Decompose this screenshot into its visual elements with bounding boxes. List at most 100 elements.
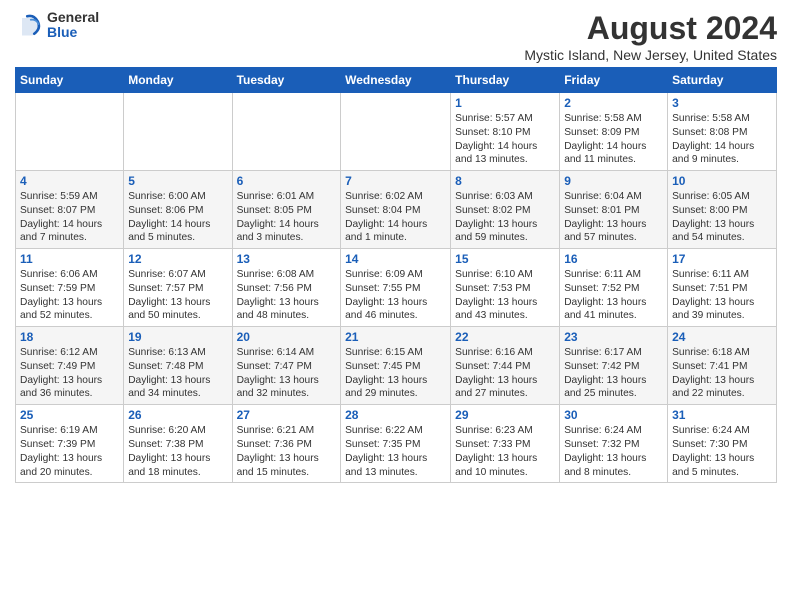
day-cell: 13 Sunrise: 6:08 AM Sunset: 7:56 PM Dayli… — [232, 249, 341, 327]
week-row-4: 25 Sunrise: 6:19 AM Sunset: 7:39 PM Dayli… — [16, 405, 777, 483]
day-cell: 9 Sunrise: 6:04 AM Sunset: 8:01 PM Daylig… — [560, 171, 668, 249]
day-number: 29 — [455, 408, 555, 422]
main-container: General Blue August 2024 Mystic Island, … — [0, 0, 792, 488]
day-number: 19 — [128, 330, 227, 344]
subtitle: Mystic Island, New Jersey, United States — [524, 47, 777, 63]
day-info: Sunrise: 5:58 AM Sunset: 8:09 PM Dayligh… — [564, 112, 663, 167]
day-info: Sunrise: 6:11 AM Sunset: 7:52 PM Dayligh… — [564, 268, 663, 323]
day-cell: 21 Sunrise: 6:15 AM Sunset: 7:45 PM Dayli… — [341, 327, 451, 405]
day-cell: 23Sunrise: 6:17 AM Sunset: 7:42 PM Dayli… — [560, 327, 668, 405]
day-cell: 6Sunrise: 6:01 AM Sunset: 8:05 PM Daylig… — [232, 171, 341, 249]
col-thursday: Thursday — [451, 68, 560, 93]
day-number: 11 — [20, 252, 119, 266]
day-number: 3 — [672, 96, 772, 110]
calendar-body: 1 Sunrise: 5:57 AM Sunset: 8:10 PM Daylig… — [16, 93, 777, 483]
day-number: 4 — [20, 174, 119, 188]
day-info: Sunrise: 6:05 AM Sunset: 8:00 PM Dayligh… — [672, 190, 772, 245]
col-monday: Monday — [124, 68, 232, 93]
day-cell: 4 Sunrise: 5:59 AM Sunset: 8:07 PM Daylig… — [16, 171, 124, 249]
day-info: Sunrise: 6:21 AM Sunset: 7:36 PM Dayligh… — [237, 424, 337, 479]
day-info: Sunrise: 6:20 AM Sunset: 7:38 PM Dayligh… — [128, 424, 227, 479]
day-info: Sunrise: 6:10 AM Sunset: 7:53 PM Dayligh… — [455, 268, 555, 323]
day-cell — [124, 93, 232, 171]
day-number: 12 — [128, 252, 227, 266]
day-cell: 2 Sunrise: 5:58 AM Sunset: 8:09 PM Daylig… — [560, 93, 668, 171]
day-cell — [16, 93, 124, 171]
day-info: Sunrise: 5:58 AM Sunset: 8:08 PM Dayligh… — [672, 112, 772, 167]
day-cell: 19 Sunrise: 6:13 AM Sunset: 7:48 PM Dayli… — [124, 327, 232, 405]
day-number: 8 — [455, 174, 555, 188]
day-cell: 15Sunrise: 6:10 AM Sunset: 7:53 PM Dayli… — [451, 249, 560, 327]
title-area: August 2024 Mystic Island, New Jersey, U… — [524, 10, 777, 63]
col-wednesday: Wednesday — [341, 68, 451, 93]
day-number: 1 — [455, 96, 555, 110]
day-info: Sunrise: 6:19 AM Sunset: 7:39 PM Dayligh… — [20, 424, 119, 479]
day-cell: 27 Sunrise: 6:21 AM Sunset: 7:36 PM Dayli… — [232, 405, 341, 483]
day-number: 16 — [564, 252, 663, 266]
logo: General Blue — [15, 10, 99, 41]
day-number: 28 — [345, 408, 446, 422]
day-number: 21 — [345, 330, 446, 344]
day-number: 26 — [128, 408, 227, 422]
day-cell: 14Sunrise: 6:09 AM Sunset: 7:55 PM Dayli… — [341, 249, 451, 327]
day-cell: 1 Sunrise: 5:57 AM Sunset: 8:10 PM Daylig… — [451, 93, 560, 171]
day-info: Sunrise: 6:11 AM Sunset: 7:51 PM Dayligh… — [672, 268, 772, 323]
day-number: 20 — [237, 330, 337, 344]
header: General Blue August 2024 Mystic Island, … — [15, 10, 777, 63]
calendar-header: Sunday Monday Tuesday Wednesday Thursday… — [16, 68, 777, 93]
col-sunday: Sunday — [16, 68, 124, 93]
day-info: Sunrise: 6:14 AM Sunset: 7:47 PM Dayligh… — [237, 346, 337, 401]
day-number: 5 — [128, 174, 227, 188]
day-number: 10 — [672, 174, 772, 188]
day-number: 24 — [672, 330, 772, 344]
logo-icon — [15, 11, 43, 39]
day-number: 27 — [237, 408, 337, 422]
day-info: Sunrise: 6:13 AM Sunset: 7:48 PM Dayligh… — [128, 346, 227, 401]
day-number: 18 — [20, 330, 119, 344]
day-cell: 11 Sunrise: 6:06 AM Sunset: 7:59 PM Dayli… — [16, 249, 124, 327]
day-cell: 7 Sunrise: 6:02 AM Sunset: 8:04 PM Daylig… — [341, 171, 451, 249]
day-info: Sunrise: 6:24 AM Sunset: 7:30 PM Dayligh… — [672, 424, 772, 479]
day-cell: 31 Sunrise: 6:24 AM Sunset: 7:30 PM Dayli… — [668, 405, 777, 483]
day-info: Sunrise: 6:03 AM Sunset: 8:02 PM Dayligh… — [455, 190, 555, 245]
day-info: Sunrise: 6:07 AM Sunset: 7:57 PM Dayligh… — [128, 268, 227, 323]
day-info: Sunrise: 6:23 AM Sunset: 7:33 PM Dayligh… — [455, 424, 555, 479]
logo-general-text: General — [47, 10, 99, 25]
day-number: 13 — [237, 252, 337, 266]
day-info: Sunrise: 6:04 AM Sunset: 8:01 PM Dayligh… — [564, 190, 663, 245]
day-cell: 8 Sunrise: 6:03 AM Sunset: 8:02 PM Daylig… — [451, 171, 560, 249]
day-cell: 3 Sunrise: 5:58 AM Sunset: 8:08 PM Daylig… — [668, 93, 777, 171]
day-cell: 30Sunrise: 6:24 AM Sunset: 7:32 PM Dayli… — [560, 405, 668, 483]
day-info: Sunrise: 6:15 AM Sunset: 7:45 PM Dayligh… — [345, 346, 446, 401]
day-info: Sunrise: 6:09 AM Sunset: 7:55 PM Dayligh… — [345, 268, 446, 323]
day-cell: 10 Sunrise: 6:05 AM Sunset: 8:00 PM Dayli… — [668, 171, 777, 249]
day-info: Sunrise: 5:57 AM Sunset: 8:10 PM Dayligh… — [455, 112, 555, 167]
day-info: Sunrise: 6:18 AM Sunset: 7:41 PM Dayligh… — [672, 346, 772, 401]
header-row: Sunday Monday Tuesday Wednesday Thursday… — [16, 68, 777, 93]
calendar-table: Sunday Monday Tuesday Wednesday Thursday… — [15, 67, 777, 483]
day-number: 9 — [564, 174, 663, 188]
day-cell: 22Sunrise: 6:16 AM Sunset: 7:44 PM Dayli… — [451, 327, 560, 405]
day-info: Sunrise: 6:02 AM Sunset: 8:04 PM Dayligh… — [345, 190, 446, 245]
day-info: Sunrise: 6:01 AM Sunset: 8:05 PM Dayligh… — [237, 190, 337, 245]
week-row-0: 1 Sunrise: 5:57 AM Sunset: 8:10 PM Daylig… — [16, 93, 777, 171]
day-info: Sunrise: 6:06 AM Sunset: 7:59 PM Dayligh… — [20, 268, 119, 323]
day-cell — [232, 93, 341, 171]
day-info: Sunrise: 6:08 AM Sunset: 7:56 PM Dayligh… — [237, 268, 337, 323]
col-saturday: Saturday — [668, 68, 777, 93]
logo-blue-text: Blue — [47, 25, 99, 40]
day-cell: 17Sunrise: 6:11 AM Sunset: 7:51 PM Dayli… — [668, 249, 777, 327]
day-cell: 25 Sunrise: 6:19 AM Sunset: 7:39 PM Dayli… — [16, 405, 124, 483]
day-number: 7 — [345, 174, 446, 188]
day-cell: 18Sunrise: 6:12 AM Sunset: 7:49 PM Dayli… — [16, 327, 124, 405]
day-info: Sunrise: 5:59 AM Sunset: 8:07 PM Dayligh… — [20, 190, 119, 245]
day-number: 31 — [672, 408, 772, 422]
day-info: Sunrise: 6:17 AM Sunset: 7:42 PM Dayligh… — [564, 346, 663, 401]
day-cell: 5Sunrise: 6:00 AM Sunset: 8:06 PM Daylig… — [124, 171, 232, 249]
day-cell: 29 Sunrise: 6:23 AM Sunset: 7:33 PM Dayli… — [451, 405, 560, 483]
week-row-2: 11 Sunrise: 6:06 AM Sunset: 7:59 PM Dayli… — [16, 249, 777, 327]
day-cell: 24 Sunrise: 6:18 AM Sunset: 7:41 PM Dayli… — [668, 327, 777, 405]
day-number: 2 — [564, 96, 663, 110]
day-number: 25 — [20, 408, 119, 422]
day-cell: 20 Sunrise: 6:14 AM Sunset: 7:47 PM Dayli… — [232, 327, 341, 405]
